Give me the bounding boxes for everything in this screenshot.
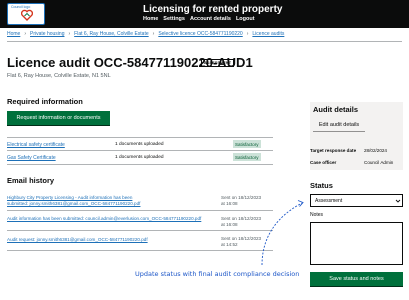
status-heading: Status (310, 181, 333, 190)
header-nav: Home Settings Account details Logout (143, 16, 255, 22)
email-subject-line1: Highbury City Property Licensing - Audit… (7, 195, 133, 200)
email-link[interactable]: Audit information has been submitted: co… (7, 216, 212, 222)
request-information-button[interactable]: Request information or documents (7, 111, 110, 125)
annotation-text: Update status with final audit complianc… (135, 270, 300, 278)
service-name: Licensing for rented property (143, 4, 283, 15)
email-history-row: Audit request: jonny.smith6381@gmail.com… (7, 234, 273, 251)
sent-date: Sent on 18/12/2023 (221, 195, 262, 200)
property-address: Flat 6, Ray House, Colville Estate, N1 5… (7, 73, 111, 79)
email-link[interactable]: Highbury City Property Licensing - Audit… (7, 195, 212, 207)
sent-date: Sent on 18/12/2023 (221, 216, 262, 221)
case-officer-label: Case officer (310, 160, 337, 165)
nav-settings[interactable]: Settings (163, 16, 185, 22)
breadcrumb-separator: › (24, 31, 27, 37)
breadcrumb-licence[interactable]: Selective licence OCC-584771190220 (158, 31, 242, 37)
target-response-value: 28/02/2024 (364, 148, 387, 153)
nav-account-details[interactable]: Account details (190, 16, 231, 22)
notes-textarea[interactable] (310, 222, 403, 265)
breadcrumb-property[interactable]: Flat 6, Ray House, Colville Estate (74, 31, 148, 37)
breadcrumb-separator: › (152, 31, 155, 37)
electrical-safety-link[interactable]: Electrical safety certificate (7, 142, 65, 148)
sent-time: at 16:08 (221, 201, 238, 206)
sent-time: at 16:08 (221, 222, 238, 227)
status-badge: Satisfactory (233, 153, 261, 161)
email-history-row: Highbury City Property Licensing - Audit… (7, 193, 273, 211)
target-response-label: Target response date (310, 148, 357, 153)
required-information-heading: Required information (7, 97, 83, 106)
status-badge: Satisfactory (233, 140, 261, 148)
site-header: Council logo Licensing for rented proper… (0, 0, 409, 28)
email-sent-date: Sent on 18/12/2023 at 16:08 (221, 216, 261, 228)
gas-safety-link[interactable]: Gas Safety Certificate (7, 155, 56, 161)
email-sent-date: Sent on 18/12/2023 at 14:52 (221, 236, 261, 248)
case-officer-value: Council Admin (364, 160, 394, 165)
email-history-heading: Email history (7, 176, 55, 185)
breadcrumb: Home › Private housing › Flat 6, Ray Hou… (7, 31, 284, 37)
required-info-row: Electrical safety certificate 1 document… (7, 137, 273, 151)
breadcrumb-separator: › (246, 31, 249, 37)
save-status-button[interactable]: Save status and notes (310, 272, 403, 286)
status-tag: ASSESSMENT (201, 59, 235, 67)
heart-icon (21, 9, 33, 21)
chevron-down-icon (395, 199, 401, 203)
email-history-row: Audit information has been submitted: co… (7, 214, 273, 231)
status-select[interactable]: Assessment (310, 194, 403, 207)
sent-date: Sent on 18/12/2023 (221, 236, 262, 241)
documents-count: 1 documents uploaded (115, 155, 164, 160)
council-logo[interactable]: Council logo (7, 3, 45, 25)
audit-details-heading: Audit details (313, 105, 359, 114)
nav-home[interactable]: Home (143, 16, 158, 22)
nav-logout[interactable]: Logout (236, 16, 255, 22)
edit-audit-details-button[interactable]: Edit audit details (313, 118, 365, 131)
breadcrumb-home[interactable]: Home (7, 31, 20, 37)
sent-time: at 14:52 (221, 242, 238, 247)
documents-count: 1 documents uploaded (115, 142, 164, 147)
email-link[interactable]: Audit request: jonny.smith6381@gmail.com… (7, 237, 212, 243)
notes-label: Notes (310, 212, 324, 218)
email-sent-date: Sent on 18/12/2023 at 16:08 (221, 195, 261, 207)
required-info-row: Gas Safety Certificate 1 documents uploa… (7, 151, 273, 165)
breadcrumb-divider (7, 41, 402, 42)
breadcrumb-licence-audits[interactable]: Licence audits (252, 31, 284, 37)
email-subject-line2: submitted: jonny.smith6381@gmail.com_OCC… (7, 201, 141, 206)
breadcrumb-private-housing[interactable]: Private housing (30, 31, 64, 37)
breadcrumb-separator: › (68, 31, 71, 37)
